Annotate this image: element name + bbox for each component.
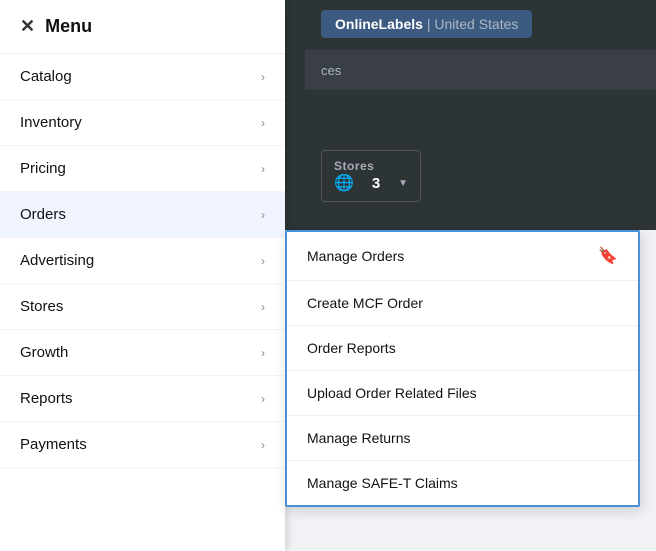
- submenu-item-order-reports-label: Order Reports: [307, 340, 396, 356]
- chevron-right-icon: ›: [261, 70, 265, 84]
- chevron-right-icon: ›: [261, 254, 265, 268]
- submenu-item-order-reports[interactable]: Order Reports: [287, 326, 638, 371]
- chevron-right-icon: ›: [261, 162, 265, 176]
- stores-dropdown-button[interactable]: Stores 🌐 3 ▼: [321, 150, 421, 202]
- submenu-item-manage-orders-label: Manage Orders: [307, 248, 404, 264]
- chevron-down-icon: ▼: [398, 178, 408, 189]
- chevron-right-icon: ›: [261, 116, 265, 130]
- submenu-item-upload-order-files-label: Upload Order Related Files: [307, 385, 477, 401]
- sidebar-item-catalog[interactable]: Catalog ›: [0, 54, 285, 100]
- submenu-item-manage-returns[interactable]: Manage Returns: [287, 416, 638, 461]
- secondary-bar-text: ces: [321, 63, 341, 78]
- submenu-item-manage-returns-label: Manage Returns: [307, 430, 411, 446]
- filter-area: Stores 🌐 3 ▼: [305, 150, 656, 202]
- sidebar-item-growth[interactable]: Growth ›: [0, 330, 285, 376]
- sidebar-item-payments-label: Payments: [20, 436, 87, 453]
- submenu-item-create-mcf-order[interactable]: Create MCF Order: [287, 281, 638, 326]
- submenu-item-upload-order-files[interactable]: Upload Order Related Files: [287, 371, 638, 416]
- sidebar-item-inventory-label: Inventory: [20, 114, 82, 131]
- brand-region: United States: [434, 16, 518, 32]
- sidebar-item-pricing-label: Pricing: [20, 160, 66, 177]
- sidebar-item-advertising[interactable]: Advertising ›: [0, 238, 285, 284]
- chevron-right-icon: ›: [261, 300, 265, 314]
- stores-count: 3: [372, 175, 380, 192]
- chevron-right-icon: ›: [261, 346, 265, 360]
- sidebar-item-payments[interactable]: Payments ›: [0, 422, 285, 468]
- sidebar-item-advertising-label: Advertising: [20, 252, 94, 269]
- sidebar-item-inventory[interactable]: Inventory ›: [0, 100, 285, 146]
- menu-title: Menu: [45, 16, 92, 37]
- sidebar-item-orders-label: Orders: [20, 206, 66, 223]
- chevron-right-icon: ›: [261, 208, 265, 222]
- bookmark-icon[interactable]: 🔖: [598, 246, 618, 266]
- chevron-right-icon: ›: [261, 438, 265, 452]
- sidebar-item-reports-label: Reports: [20, 390, 73, 407]
- submenu-item-manage-safe-t[interactable]: Manage SAFE-T Claims: [287, 461, 638, 505]
- sidebar-item-catalog-label: Catalog: [20, 68, 72, 85]
- submenu-item-manage-orders[interactable]: Manage Orders 🔖: [287, 232, 638, 281]
- submenu-item-manage-safe-t-label: Manage SAFE-T Claims: [307, 475, 458, 491]
- sidebar-item-stores[interactable]: Stores ›: [0, 284, 285, 330]
- stores-count-row: 🌐 3 ▼: [334, 173, 408, 193]
- menu-header: ✕ Menu: [0, 0, 285, 54]
- sidebar-item-reports[interactable]: Reports ›: [0, 376, 285, 422]
- submenu-item-create-mcf-order-label: Create MCF Order: [307, 295, 423, 311]
- brand-name: OnlineLabels: [335, 16, 423, 32]
- globe-icon: 🌐: [334, 173, 354, 193]
- menu-panel: ✕ Menu Catalog › Inventory › Pricing › O…: [0, 0, 285, 551]
- orders-submenu-panel: Manage Orders 🔖 Create MCF Order Order R…: [285, 230, 640, 507]
- menu-close-icon[interactable]: ✕: [20, 16, 35, 37]
- sidebar-item-pricing[interactable]: Pricing ›: [0, 146, 285, 192]
- secondary-bar: ces: [305, 50, 656, 90]
- chevron-right-icon: ›: [261, 392, 265, 406]
- stores-label: Stores: [334, 159, 408, 173]
- sidebar-item-orders[interactable]: Orders ›: [0, 192, 285, 238]
- sidebar-item-growth-label: Growth: [20, 344, 68, 361]
- sidebar-item-stores-label: Stores: [20, 298, 63, 315]
- top-bar: OnlineLabels | United States: [305, 10, 656, 38]
- brand-badge[interactable]: OnlineLabels | United States: [321, 10, 532, 38]
